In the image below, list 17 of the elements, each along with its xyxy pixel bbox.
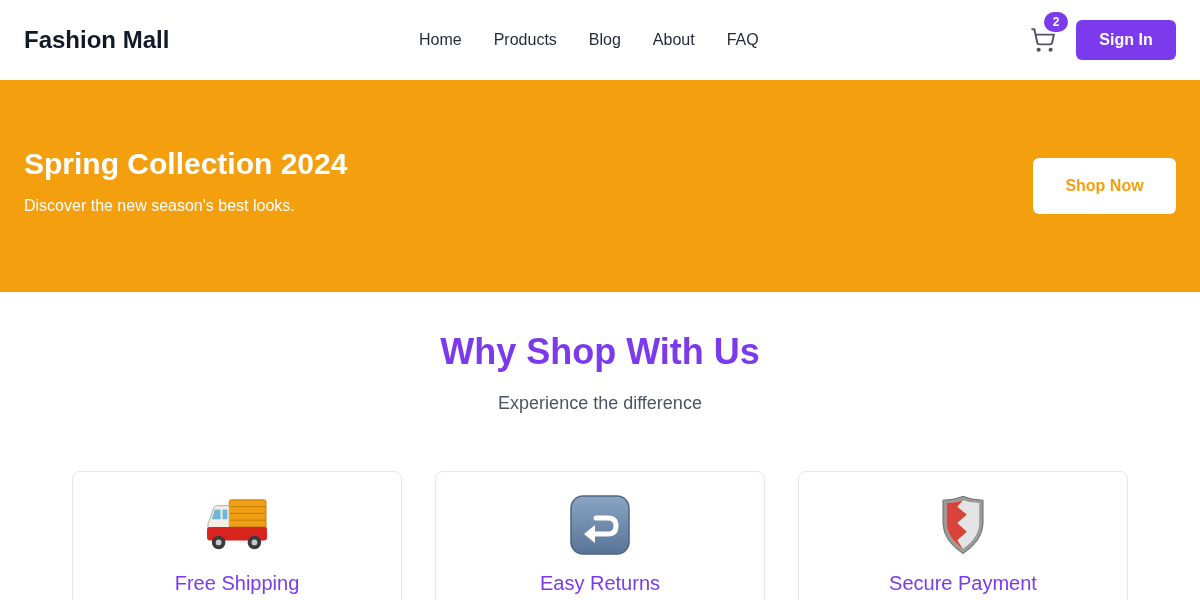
section-subtitle: Experience the difference — [498, 392, 702, 415]
nav-link[interactable]: Products — [493, 28, 557, 52]
sign-in-button[interactable]: Sign In — [1076, 20, 1176, 60]
feature-title: Secure Payment — [889, 571, 1037, 596]
section-title: Why Shop With Us — [440, 330, 760, 374]
feature-title: Easy Returns — [539, 571, 661, 596]
feature-title: Free Shipping — [174, 571, 300, 596]
banner-subtitle: Discover the new season's best looks. — [24, 196, 296, 216]
banner-title: Spring Collection 2024 — [24, 146, 348, 182]
nav-link[interactable]: About — [652, 28, 695, 52]
shield-icon — [942, 495, 984, 555]
site-logo[interactable]: Fashion Mall — [24, 22, 170, 58]
nav-link[interactable]: Blog — [588, 28, 621, 52]
cart-icon[interactable] — [1030, 27, 1056, 53]
nav-link[interactable]: Home — [419, 28, 462, 52]
nav-link[interactable]: FAQ — [726, 28, 759, 52]
cart-count-badge: 2 — [1044, 12, 1068, 32]
